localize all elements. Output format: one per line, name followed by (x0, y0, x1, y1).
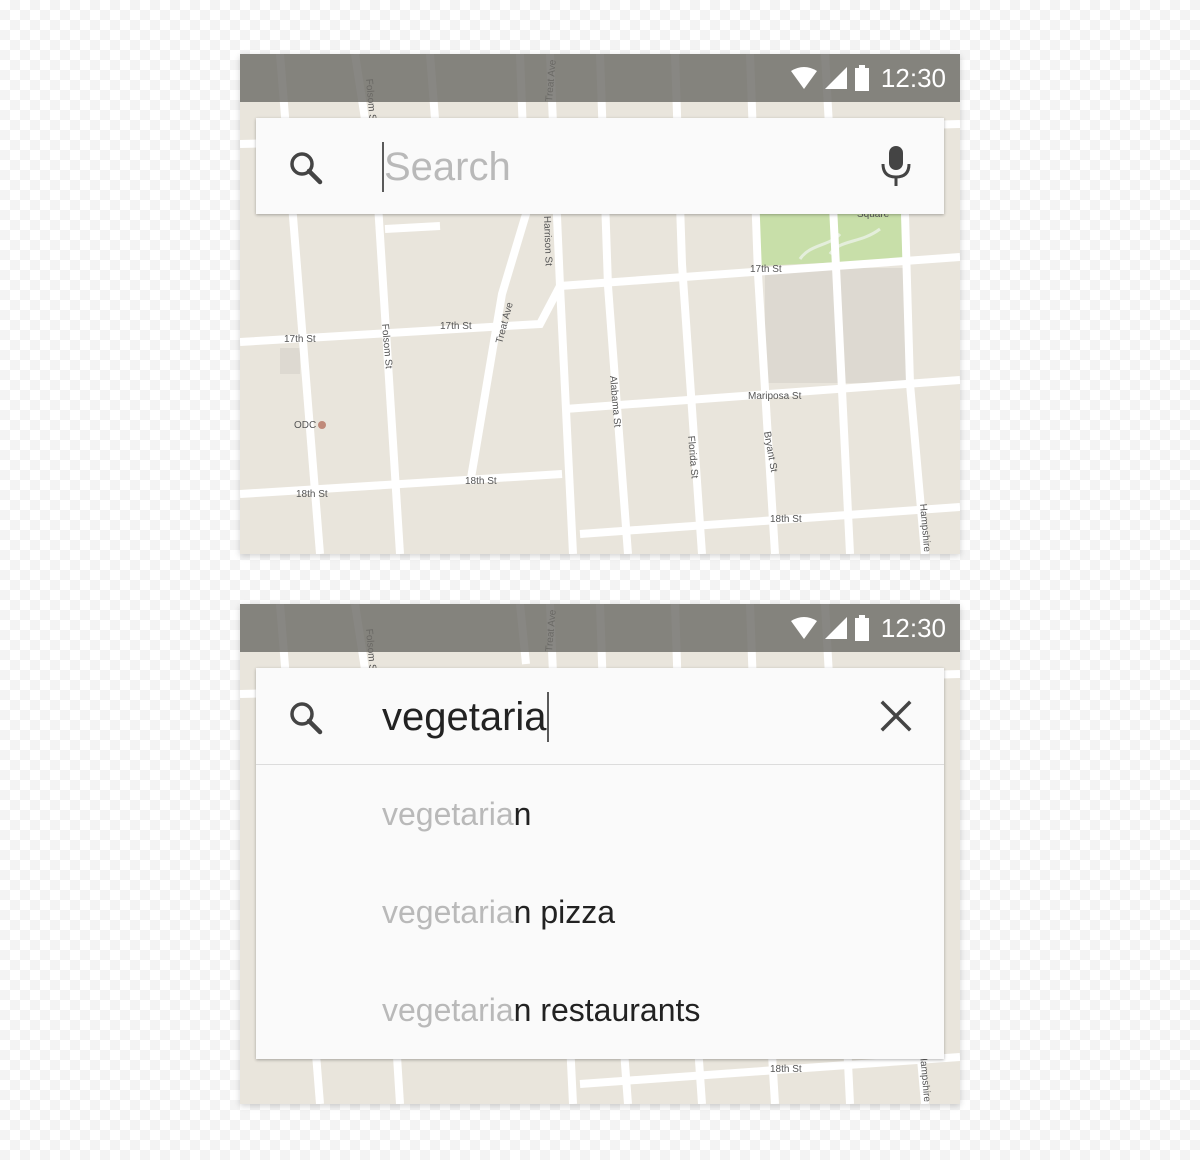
map-label: 17th St (440, 321, 472, 332)
search-placeholder: Search (384, 145, 511, 189)
search-card: Search (256, 118, 944, 214)
signal-icon (824, 67, 847, 89)
map-label: Harrison St (541, 216, 554, 267)
search-icon[interactable] (286, 148, 326, 188)
battery-icon (854, 615, 869, 641)
status-bar: 12:30 (240, 604, 960, 652)
map-label: 17th St (750, 264, 782, 275)
text-caret (546, 692, 549, 742)
search-icon[interactable] (286, 698, 326, 738)
map-screen-empty-search: 17th St 17th St 17th St 18th St 18th St … (240, 54, 960, 554)
suggestion-completion-text: n pizza (513, 893, 616, 930)
status-bar: 12:30 (240, 54, 960, 102)
mic-icon[interactable] (878, 144, 914, 188)
map-label: Mariposa St (748, 391, 802, 402)
suggestion-completion-text: n (513, 795, 532, 832)
signal-icon (824, 617, 847, 639)
map-label: 17th St (284, 334, 316, 345)
close-icon[interactable] (878, 698, 914, 734)
battery-icon (854, 65, 869, 91)
search-input[interactable]: Search (382, 142, 864, 192)
suggestion-item[interactable]: vegetaria n restaurants (256, 961, 944, 1059)
wifi-icon (790, 617, 817, 639)
clock: 12:30 (880, 62, 946, 93)
map-label: ODC (294, 420, 316, 431)
suggestion-typed-text: vegetaria (382, 893, 514, 930)
map-label: 18th St (296, 489, 328, 500)
search-input[interactable]: vegetaria (382, 692, 864, 742)
suggestion-list: vegetaria n vegetaria n pizza vegetaria n r… (256, 765, 944, 1059)
clock: 12:30 (880, 612, 946, 643)
search-bar[interactable]: Search (256, 118, 944, 214)
suggestion-typed-text: vegetaria (382, 795, 514, 832)
map-label: 18th St (770, 514, 802, 525)
search-bar[interactable]: vegetaria (256, 668, 944, 764)
suggestion-item[interactable]: vegetaria n pizza (256, 863, 944, 961)
map-screen-typing-search: Folsom St Treat Ave 18th St Hampshire St… (240, 604, 960, 1104)
map-label: 18th St (465, 476, 497, 487)
map-label: 18th St (770, 1064, 802, 1075)
suggestion-typed-text: vegetaria (382, 991, 514, 1028)
suggestion-completion-text: n restaurants (513, 991, 701, 1028)
search-input-value: vegetaria (382, 695, 547, 739)
search-card: vegetaria vegetaria n vegetaria n pizza ve… (256, 668, 944, 1059)
suggestion-item[interactable]: vegetaria n (256, 765, 944, 863)
wifi-icon (790, 67, 817, 89)
